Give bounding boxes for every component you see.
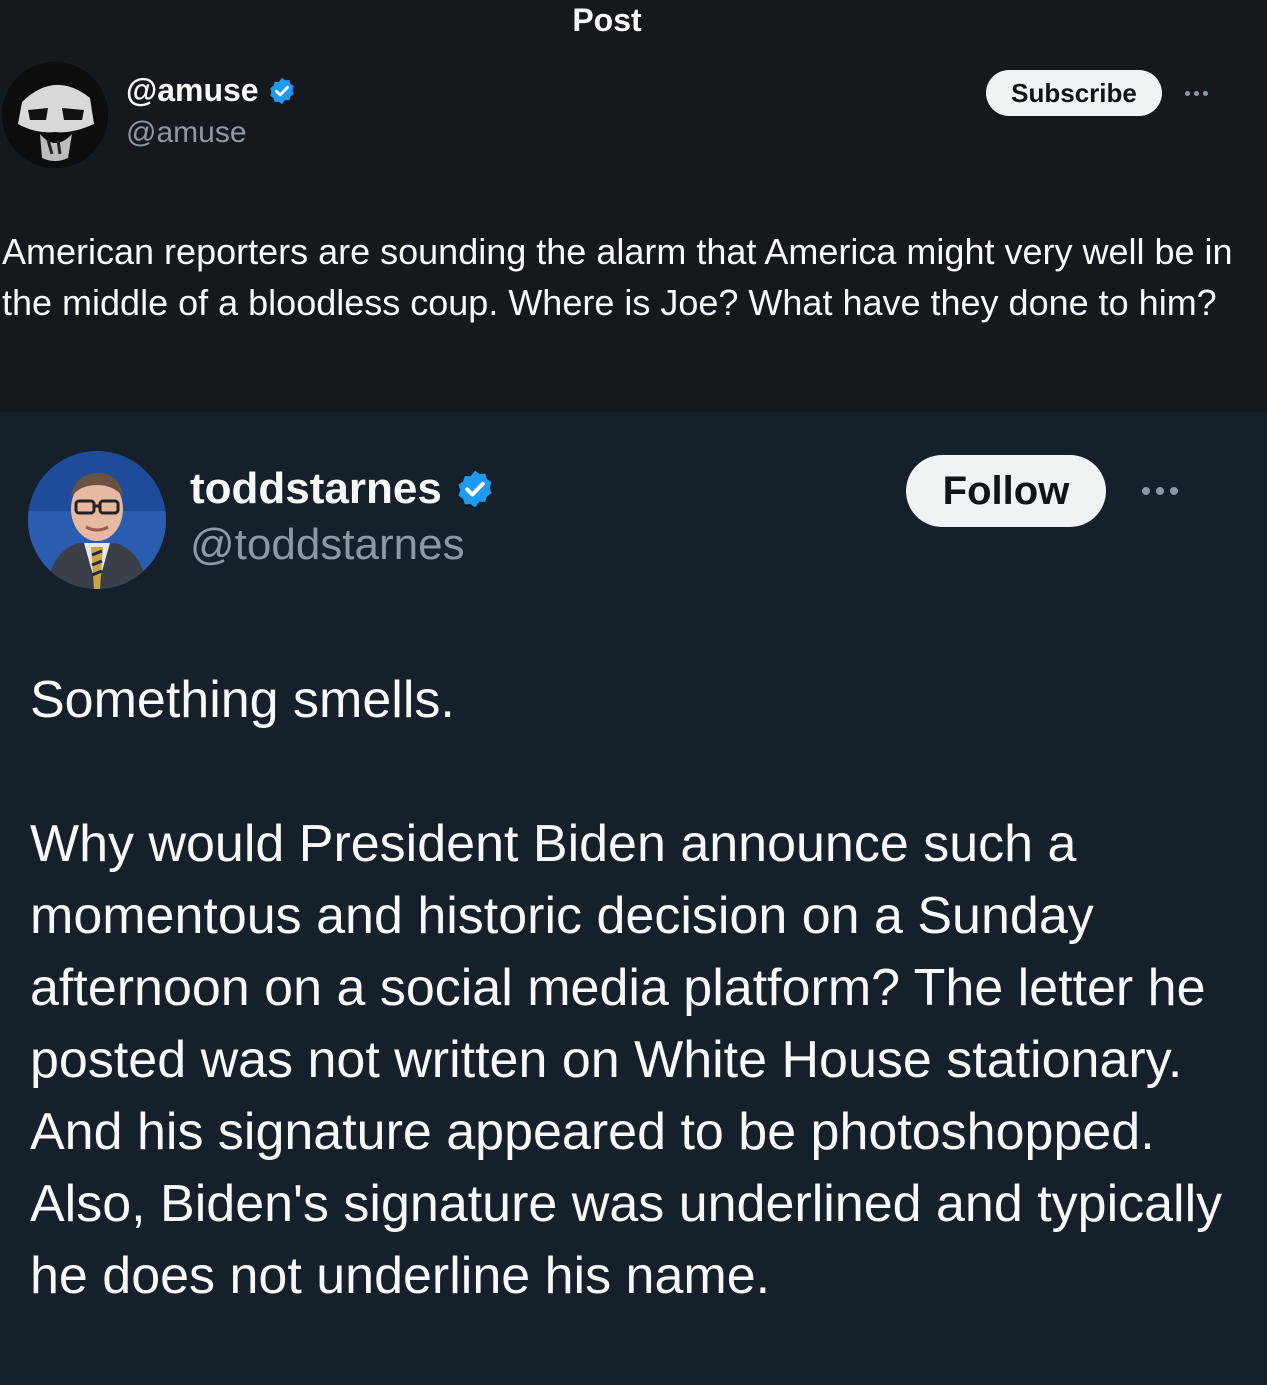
more-options-icon[interactable] — [1132, 476, 1188, 506]
quoted-author-name[interactable]: toddstarnes — [190, 464, 442, 514]
more-dot — [1170, 487, 1178, 495]
more-dot — [1142, 487, 1150, 495]
subscribe-button[interactable]: Subscribe — [986, 70, 1162, 116]
verified-badge-icon — [269, 77, 294, 104]
author-handle[interactable]: @amuse — [126, 116, 247, 150]
person-avatar-image — [28, 451, 166, 589]
quoted-post-text: Something smells. Why would President Bi… — [30, 664, 1230, 1384]
quoted-author-handle[interactable]: @toddstarnes — [190, 520, 465, 570]
more-dot — [1202, 90, 1208, 96]
quoted-author-name-row[interactable]: toddstarnes — [190, 464, 496, 514]
avatar[interactable] — [2, 62, 108, 168]
quoted-author-avatar[interactable] — [28, 451, 166, 589]
post-text: American reporters are sounding the alar… — [2, 231, 1233, 323]
more-options-icon[interactable] — [1178, 78, 1214, 108]
author-name-row[interactable]: @amuse — [126, 72, 297, 109]
quoted-post-paragraph: Something smells. — [30, 671, 455, 729]
author-name[interactable]: @amuse — [126, 72, 259, 109]
more-dot — [1193, 90, 1199, 96]
verified-badge-icon — [458, 470, 492, 508]
more-dot — [1184, 90, 1190, 96]
more-dot — [1156, 487, 1164, 495]
follow-button[interactable]: Follow — [906, 455, 1106, 527]
quoted-post-paragraph: Why would President Biden announce such … — [30, 815, 1223, 1305]
stormtrooper-avatar-image — [2, 62, 108, 168]
page-title: Post — [572, 2, 642, 38]
